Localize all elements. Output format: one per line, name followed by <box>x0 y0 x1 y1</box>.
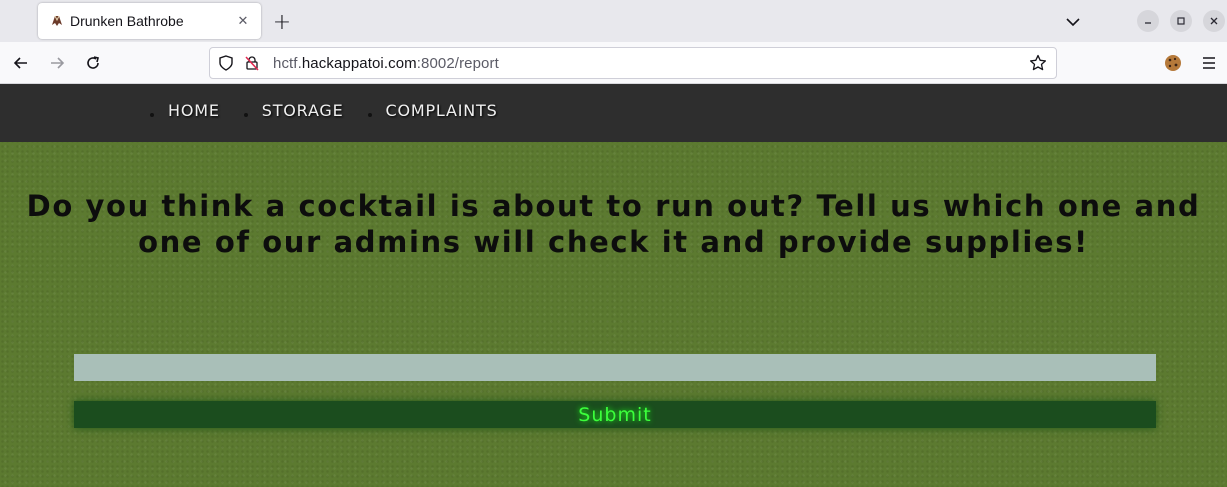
url-text[interactable]: hctf.hackappatoi.com:8002/report <box>273 55 1028 72</box>
shield-icon[interactable] <box>217 54 235 72</box>
bullet <box>243 112 248 117</box>
bookmark-star-icon[interactable] <box>1028 53 1048 73</box>
cookie-icon[interactable] <box>1161 51 1185 75</box>
url-host: hackappatoi.com <box>301 54 417 72</box>
reload-icon[interactable] <box>81 51 105 75</box>
page-headline: Do you think a cocktail is about to run … <box>26 189 1201 259</box>
tab-title: Drunken Bathrobe <box>70 13 184 29</box>
url-path: :8002/report <box>416 54 499 72</box>
menu-icon[interactable] <box>1197 51 1221 75</box>
nav-item-storage: STORAGE <box>243 101 344 120</box>
close-icon[interactable] <box>1203 10 1225 32</box>
insecure-lock-icon[interactable] <box>243 54 261 72</box>
bathrobe-icon <box>49 13 65 29</box>
browser-tab[interactable]: Drunken Bathrobe ✕ <box>38 3 261 39</box>
bullet <box>367 112 372 117</box>
site-nav: HOME STORAGE COMPLAINTS <box>0 84 1227 142</box>
nav-link-home[interactable]: HOME <box>168 101 220 120</box>
minimize-icon[interactable] <box>1137 10 1159 32</box>
submit-button[interactable]: Submit <box>74 401 1156 428</box>
url-prefix: hctf. <box>273 54 302 72</box>
bullet <box>150 112 154 117</box>
list-all-tabs-icon[interactable] <box>1061 10 1085 34</box>
navigation-toolbar: hctf.hackappatoi.com:8002/report <box>0 42 1227 84</box>
nav-item-complaints: COMPLAINTS <box>367 101 498 120</box>
back-icon[interactable] <box>9 51 33 75</box>
report-input[interactable] <box>74 354 1156 381</box>
tab-strip: Drunken Bathrobe ✕ + <box>0 0 1227 42</box>
page-content: HOME STORAGE COMPLAINTS Do you think a c… <box>0 84 1227 487</box>
new-tab-button[interactable]: + <box>268 8 296 36</box>
nav-link-storage[interactable]: STORAGE <box>262 101 344 120</box>
url-bar[interactable]: hctf.hackappatoi.com:8002/report <box>209 47 1057 79</box>
forward-icon[interactable] <box>45 51 69 75</box>
nav-link-complaints[interactable]: COMPLAINTS <box>386 101 498 120</box>
nav-item-home: HOME <box>150 101 220 120</box>
tab-close-icon[interactable]: ✕ <box>233 11 253 31</box>
maximize-icon[interactable] <box>1170 10 1192 32</box>
